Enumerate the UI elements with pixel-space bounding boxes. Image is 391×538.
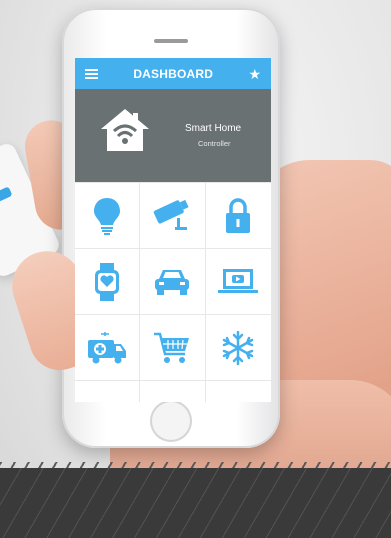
grid-cell-empty: [206, 381, 271, 402]
security-camera-icon: [154, 199, 190, 230]
laptop-play-icon: [218, 268, 259, 293]
app-screen: DASHBOARD ★ Smart Home Controller: [75, 58, 271, 402]
hero-subtitle: Controller: [198, 139, 231, 148]
smart-home-wifi-icon: [101, 109, 149, 151]
star-icon[interactable]: ★: [248, 67, 261, 81]
padlock-icon: [226, 197, 251, 233]
grid-cell-car[interactable]: [140, 249, 206, 315]
smartwatch-heart-icon: [95, 262, 120, 301]
grid-cell-camera[interactable]: [140, 183, 206, 249]
grid-cell-emergency[interactable]: [75, 315, 141, 381]
grid-cell-media[interactable]: [205, 249, 271, 315]
shopping-cart-icon: [154, 332, 190, 363]
phone-speaker: [154, 39, 188, 43]
dashboard-title: DASHBOARD: [133, 66, 214, 81]
grid-cell-lock[interactable]: [205, 183, 271, 249]
grid-cell-empty: [75, 381, 141, 402]
grid-cell-shopping[interactable]: [140, 315, 206, 381]
decorative-dark-band: [0, 468, 391, 538]
grid-cell-climate[interactable]: [205, 315, 271, 381]
grid-cell-empty: [140, 381, 206, 402]
hero-title: Smart Home: [185, 123, 242, 134]
hamburger-menu-icon[interactable]: [85, 68, 98, 79]
snowflake-icon: [223, 330, 254, 365]
home-button[interactable]: [150, 400, 192, 442]
ambulance-icon: [88, 331, 127, 363]
grid-cell-health[interactable]: [75, 249, 141, 315]
lightbulb-icon: [94, 197, 121, 235]
car-icon: [155, 269, 190, 295]
hero-banner: Smart Home Controller: [75, 89, 271, 182]
grid-cell-light[interactable]: [75, 183, 141, 249]
device-grid: [75, 182, 271, 402]
top-bar: DASHBOARD ★: [75, 58, 271, 89]
